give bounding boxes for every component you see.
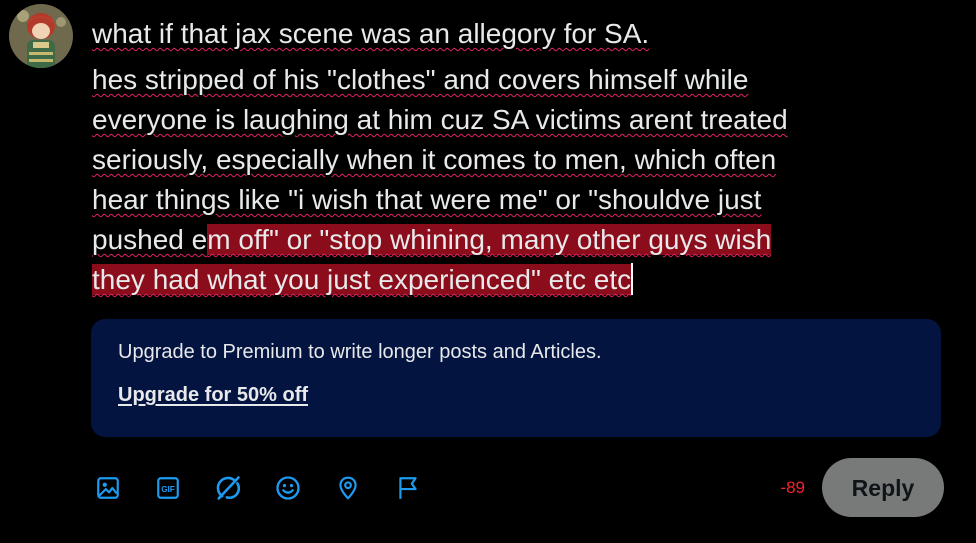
composer-line: seriously, especially when it comes to m… (92, 144, 777, 175)
composer-line: they had what you just experienced" etc … (92, 260, 942, 300)
premium-upsell-text: Upgrade to Premium to write longer posts… (118, 341, 602, 363)
image-icon (97, 477, 119, 499)
gif-icon: GIF (157, 477, 179, 499)
composer-line: what if that jax scene was an allegory f… (92, 18, 650, 49)
character-counter: -89 (780, 478, 805, 497)
grok-button[interactable] (210, 470, 246, 506)
composer-line: hear things like "i wish that were me" o… (92, 184, 762, 215)
svg-text:GIF: GIF (161, 485, 175, 494)
composer-toolbar: GIF (90, 468, 450, 508)
composer-line: pushed em off" or "stop whining, many ot… (92, 224, 772, 255)
location-button[interactable] (330, 470, 366, 506)
premium-upsell-banner: Upgrade to Premium to write longer posts… (91, 319, 941, 437)
emoji-button[interactable] (270, 470, 306, 506)
emoji-icon (276, 476, 300, 500)
media-button[interactable] (90, 470, 126, 506)
avatar[interactable] (9, 4, 73, 68)
text-cursor (631, 263, 634, 295)
composer-line: hes stripped of his "clothes" and covers… (92, 64, 749, 95)
selected-text: they had what you just experienced" etc … (92, 264, 632, 295)
gif-button[interactable]: GIF (150, 470, 186, 506)
location-icon (339, 476, 357, 500)
upgrade-link[interactable]: Upgrade for 50% off (118, 384, 308, 407)
flag-button[interactable] (390, 470, 426, 506)
avatar-image (9, 4, 73, 68)
selected-text: m off" or "stop whining, many other guys… (207, 224, 772, 255)
reply-button[interactable]: Reply (822, 458, 944, 517)
grok-icon (216, 476, 241, 500)
post-composer[interactable]: what if that jax scene was an allegory f… (92, 14, 942, 300)
composer-line: everyone is laughing at him cuz SA victi… (92, 104, 788, 135)
flag-icon (399, 477, 417, 499)
